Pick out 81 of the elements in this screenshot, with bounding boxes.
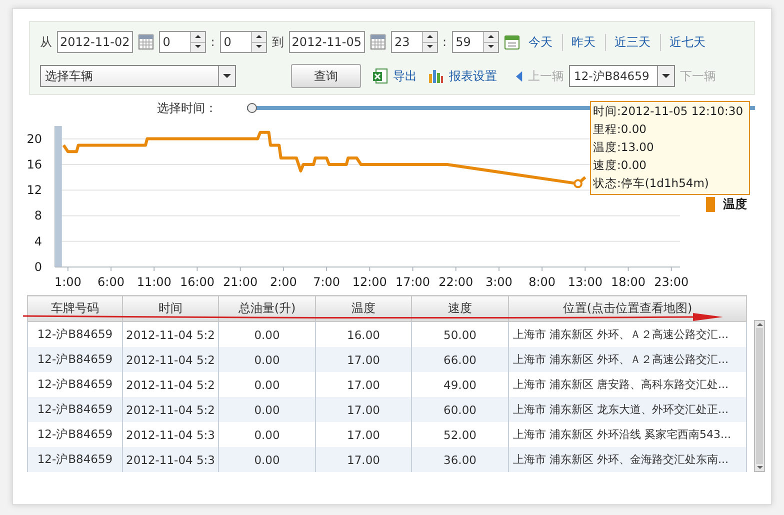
x-tick-label: 22:00: [438, 275, 474, 289]
slider-handle[interactable]: [247, 103, 257, 113]
query-button[interactable]: 查询: [291, 64, 361, 88]
x-tick-label: 11:00: [136, 275, 172, 289]
location-link[interactable]: 上海市 浦东新区 外环、金海路交汇处东南...: [508, 447, 746, 472]
report-settings-link[interactable]: 报表设置: [449, 68, 497, 84]
legend-label: 温度: [723, 196, 747, 213]
scrollbar[interactable]: [754, 320, 765, 472]
tooltip-line: 时间:2012-11-05 12:10:30: [593, 103, 744, 120]
location-link[interactable]: 上海市 浦东新区 龙东大道、外环交汇处正...: [508, 397, 746, 422]
location-link[interactable]: 上海市 浦东新区 外环、Ａ２高速公路交汇...: [508, 347, 746, 372]
table-cell: 12-沪B84659: [28, 397, 122, 422]
x-tick-label: 7:00: [313, 275, 340, 289]
table-cell: 12-沪B84659: [28, 347, 122, 372]
column-header[interactable]: 车牌号码: [28, 296, 122, 322]
x-tick-label: 2:00: [270, 275, 297, 289]
calendar-icon[interactable]: [370, 34, 386, 50]
vehicle-select[interactable]: 12-沪B84659: [569, 65, 675, 87]
table-cell: 2012-11-04 5:2: [122, 397, 218, 422]
x-tick-label: 21:00: [223, 275, 258, 289]
table-cell: 36.00: [412, 447, 508, 472]
y-tick-label: 8: [34, 208, 42, 223]
column-header[interactable]: 时间: [122, 296, 218, 322]
calendar-icon[interactable]: [138, 34, 154, 50]
hour-spinbox[interactable]: 23: [390, 31, 438, 53]
calendar-icon[interactable]: [504, 34, 520, 50]
x-tick-label: 17:00: [395, 275, 430, 289]
vehicle-select[interactable]: 选择车辆: [40, 65, 236, 87]
tooltip-line: 速度:0.00: [593, 157, 648, 174]
y-tick-label: 0: [34, 260, 42, 274]
table-cell: 17.00: [316, 447, 412, 472]
quick-date-link[interactable]: 近三天: [604, 34, 660, 50]
x-tick-label: 12:00: [352, 275, 387, 289]
from-label: 从: [40, 34, 52, 50]
column-header[interactable]: 速度: [412, 296, 508, 322]
left-arrow-icon[interactable]: [516, 70, 523, 82]
time-slider-label: 选择时间：: [157, 100, 218, 116]
quick-date-link[interactable]: 近七天: [660, 34, 715, 50]
table-cell: 2012-11-04 5:3: [122, 447, 218, 472]
x-tick-label: 1:00: [54, 275, 82, 289]
x-tick-label: 23:00: [654, 275, 689, 289]
x-tick-label: 6:00: [98, 275, 124, 289]
quick-date-link[interactable]: 今天: [526, 34, 562, 50]
data-point-marker: [574, 179, 582, 188]
table-cell: 17.00: [316, 397, 412, 422]
table-cell: 60.00: [412, 397, 508, 422]
minute-spinbox[interactable]: 59: [452, 31, 499, 53]
column-header[interactable]: 位置(点击位置查看地图): [508, 296, 746, 322]
quick-date-link[interactable]: 昨天: [562, 34, 605, 50]
spreadsheet-icon[interactable]: [372, 68, 388, 84]
start-date-field[interactable]: 2012-11-02: [57, 31, 133, 53]
y-tick-label: 12: [26, 183, 42, 198]
table-cell: 17.00: [316, 347, 412, 372]
x-tick-label: 18:00: [610, 275, 646, 289]
table-cell: 0.00: [218, 347, 316, 372]
table-cell: 0.00: [218, 447, 316, 472]
to-label: 到: [272, 34, 284, 50]
y-tick-label: 16: [26, 157, 42, 172]
tooltip-line: 温度:13.00: [593, 139, 655, 156]
end-date-field[interactable]: 2012-11-05: [288, 31, 365, 53]
bar-chart-icon[interactable]: [428, 68, 444, 84]
table-cell: 66.00: [412, 347, 508, 372]
x-tick-label: 3:00: [486, 275, 512, 289]
x-tick-label: 13:00: [568, 275, 602, 289]
column-header[interactable]: 温度: [316, 296, 412, 322]
table-cell: 12-沪B84659: [28, 447, 122, 472]
time-separator: :: [442, 35, 447, 49]
export-link[interactable]: 导出: [393, 68, 417, 84]
minute-spinbox[interactable]: 0: [220, 31, 267, 53]
x-tick-label: 8:00: [528, 275, 556, 289]
table-cell: 2012-11-04 5:2: [122, 347, 218, 372]
column-header[interactable]: 总油量(升): [218, 296, 316, 322]
y-tick-label: 4: [34, 234, 42, 248]
tooltip-line: 里程:0.00: [593, 121, 648, 138]
legend-swatch: [706, 197, 715, 212]
table-cell: 0.00: [218, 397, 316, 422]
y-tick-label: 20: [26, 132, 42, 146]
hour-spinbox[interactable]: 0: [158, 31, 206, 53]
tooltip-line: 状态:停车(1d1h54m): [593, 175, 710, 192]
x-tick-label: 16:00: [180, 275, 215, 289]
time-separator: :: [210, 35, 215, 49]
